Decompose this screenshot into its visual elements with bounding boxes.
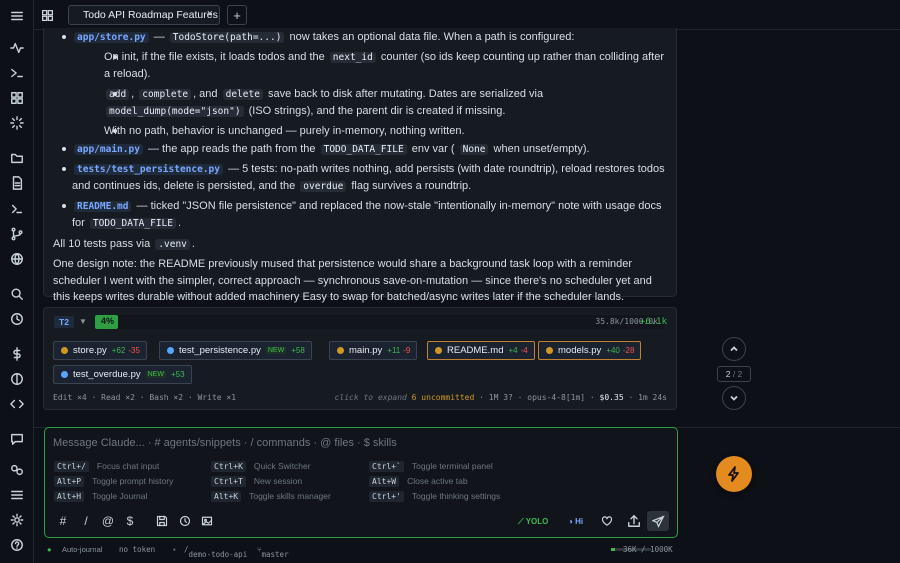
- left-rail: [0, 0, 34, 563]
- progress-label: 4%: [101, 316, 115, 326]
- project-folder[interactable]: / demo-todo-api: [184, 545, 247, 559]
- token-status: no token: [119, 545, 156, 554]
- file-chip[interactable]: test_persistence.py NEW +58: [159, 341, 312, 360]
- close-icon[interactable]: ×: [207, 8, 213, 20]
- list-item: app/main.py — the app reads the path fro…: [53, 141, 667, 159]
- list-item: On init, if the file exists, it loads to…: [91, 49, 667, 83]
- settings-icon[interactable]: [8, 511, 26, 529]
- git-branch[interactable]: ⑂ master: [257, 545, 289, 559]
- tool-counts: Edit ×4 · Read ×2 · Bash ×2 · Write ×1: [53, 393, 237, 402]
- tab-label: Todo API Roadmap Features: [83, 9, 218, 21]
- markdown-file-icon: [435, 347, 442, 354]
- list-item: With no path, behavior is unchanged — pu…: [91, 123, 667, 140]
- shortcut: Alt+K Toggle skills manager: [211, 491, 331, 502]
- activity-icon[interactable]: [8, 39, 26, 57]
- contrast-icon[interactable]: [8, 370, 26, 388]
- hash-icon[interactable]: #: [55, 513, 71, 529]
- chevron-up-icon: [730, 346, 738, 352]
- shuffle-icon[interactable]: [8, 64, 26, 82]
- chat-composer[interactable]: Message Claude... · # agents/snippets · …: [44, 427, 678, 538]
- shortcut: Ctrl+/Focus chat input: [54, 461, 159, 472]
- list-item: README.md — ticked "JSON file persistenc…: [53, 198, 667, 233]
- status-bar: ● Auto-journal no token ▪ / demo-todo-ap…: [34, 540, 900, 563]
- heart-icon[interactable]: [599, 513, 615, 529]
- tab-bar: Todo API Roadmap Features × +: [34, 0, 900, 30]
- git-branch-icon[interactable]: [8, 225, 26, 243]
- code-icon[interactable]: [8, 395, 26, 413]
- grid-icon[interactable]: [38, 6, 56, 24]
- design-note: One design note: the README previously m…: [53, 258, 652, 303]
- search-icon[interactable]: [8, 285, 26, 303]
- list-item: app/store.py — TodoStore(path=...) now t…: [53, 29, 667, 139]
- python-file-icon: [337, 347, 344, 354]
- loader-icon[interactable]: [8, 114, 26, 132]
- shortcut: Ctrl+` Toggle terminal panel: [369, 461, 493, 472]
- shortcut: Alt+H Toggle Journal: [54, 491, 147, 502]
- quick-action-button[interactable]: [716, 456, 752, 492]
- chat-input[interactable]: Message Claude... · # agents/snippets · …: [53, 437, 397, 449]
- scroll-up-button[interactable]: [722, 337, 746, 361]
- token-delta: +6.1k: [639, 317, 667, 327]
- run-stats: click to expand 6 uncommitted · 1M 3? · …: [334, 393, 667, 402]
- folder-icon: ▪: [173, 545, 176, 554]
- assistant-message: app/store.py — TodoStore(path=...) now t…: [43, 28, 677, 303]
- file-chip[interactable]: models.py +40 -28: [538, 341, 642, 360]
- test-file-icon: [61, 371, 68, 378]
- scroll-down-button[interactable]: [722, 386, 746, 410]
- journal-status[interactable]: Auto-journal: [62, 545, 102, 554]
- chat-icon[interactable]: [8, 430, 26, 448]
- history-icon[interactable]: [177, 513, 193, 529]
- chevron-down-icon: [730, 395, 738, 401]
- python-file-icon: [546, 347, 553, 354]
- file-chip[interactable]: README.md +4 -4: [427, 341, 535, 360]
- link-icon[interactable]: [8, 461, 26, 479]
- dashboard-icon[interactable]: [8, 89, 26, 107]
- send-icon: [651, 514, 665, 528]
- help-icon[interactable]: [8, 536, 26, 554]
- shortcut: Ctrl+T New session: [211, 476, 302, 487]
- file-chip[interactable]: test_overdue.py NEW +53: [53, 365, 192, 384]
- dollar-icon[interactable]: $: [122, 513, 138, 529]
- at-icon[interactable]: @: [100, 513, 116, 529]
- image-icon[interactable]: [199, 513, 215, 529]
- file-chip[interactable]: main.py +11 -9: [329, 341, 418, 360]
- send-button[interactable]: [647, 511, 669, 531]
- bolt-icon: [728, 466, 739, 482]
- upload-icon[interactable]: [624, 511, 644, 531]
- folder-icon[interactable]: [8, 149, 26, 167]
- tab-todo-api[interactable]: Todo API Roadmap Features ×: [68, 5, 220, 25]
- dollar-icon[interactable]: [8, 345, 26, 363]
- shortcut: Ctrl+' Toggle thinking settings: [369, 491, 500, 502]
- list-icon[interactable]: [8, 486, 26, 504]
- tool-activity-panel[interactable]: T2 ▼ 4% 35.8k/1000.0k +6.1k store.py +62-…: [43, 307, 677, 410]
- clock-icon[interactable]: [8, 310, 26, 328]
- terminal-icon[interactable]: [8, 200, 26, 218]
- file-icon[interactable]: [8, 174, 26, 192]
- context-progress-bar: 4% 35.8k/1000.0k: [95, 315, 664, 329]
- python-file-icon: [61, 347, 68, 354]
- list-item: add, complete, and delete save back to d…: [91, 86, 667, 121]
- yolo-toggle[interactable]: ⟋ YOLO: [518, 517, 548, 527]
- shortcut: Ctrl+K Quick Switcher: [211, 461, 311, 472]
- list-item: tests/test_persistence.py — 5 tests: no-…: [53, 161, 667, 196]
- globe-icon[interactable]: [8, 250, 26, 268]
- page-counter: 2 / 2: [717, 366, 751, 382]
- status-dot: ●: [47, 545, 52, 554]
- menu-icon[interactable]: [8, 7, 26, 25]
- test-file-icon: [167, 347, 174, 354]
- tests-pass-text: All 10 tests pass via .venv.: [53, 237, 195, 250]
- slash-icon[interactable]: /: [78, 513, 94, 529]
- file-chip[interactable]: store.py +62 -35: [53, 341, 147, 360]
- thinking-toggle[interactable]: ◑ Hi: [568, 517, 583, 526]
- shortcut: Alt+W Close active tab: [369, 476, 468, 487]
- turn-badge: T2: [54, 316, 74, 328]
- save-icon[interactable]: [154, 513, 170, 529]
- new-tab-button[interactable]: +: [227, 5, 247, 25]
- shortcut: Alt+P Toggle prompt history: [54, 476, 173, 487]
- context-usage: 36K / 1000K: [623, 545, 673, 554]
- chevron-down-icon[interactable]: ▼: [79, 317, 87, 326]
